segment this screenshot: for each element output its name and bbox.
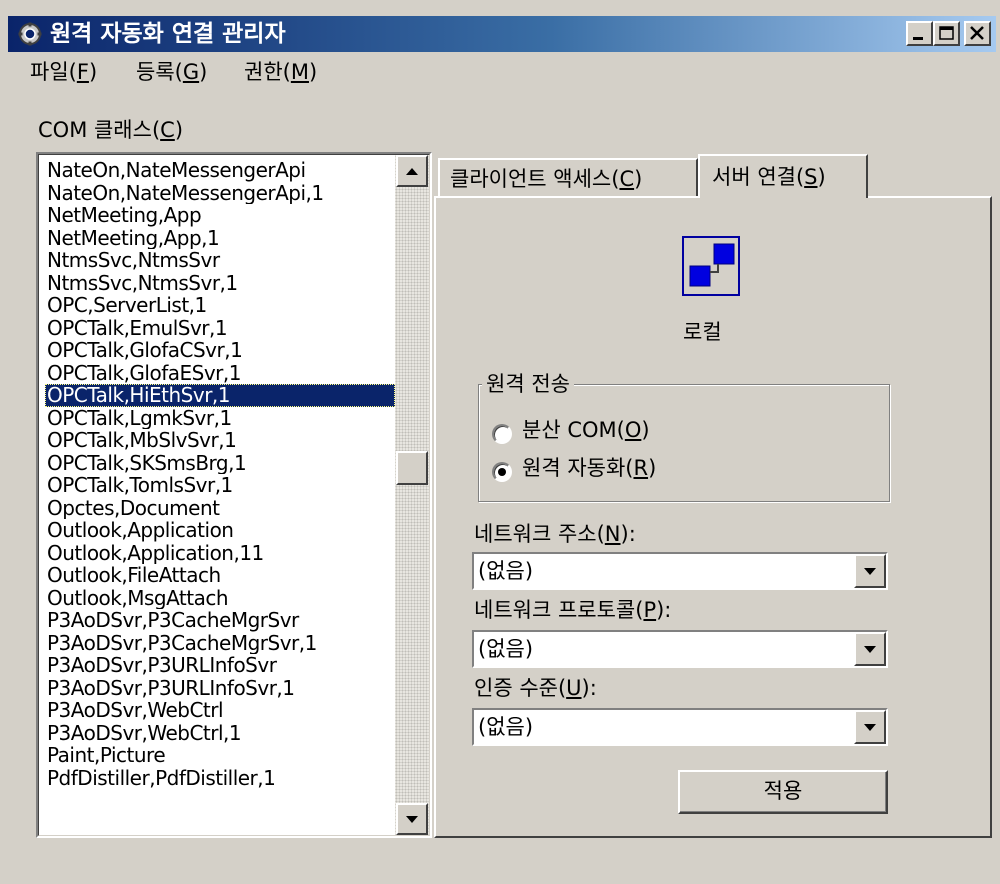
auth-level-combo[interactable]: (없음) bbox=[472, 708, 888, 746]
menu-permission[interactable]: 권한(M) bbox=[244, 55, 317, 89]
maximize-button[interactable] bbox=[933, 21, 960, 46]
list-item[interactable]: NateOn,NateMessengerApi,1 bbox=[45, 182, 395, 205]
list-item[interactable]: OPC,ServerList,1 bbox=[45, 294, 395, 317]
network-address-value: (없음) bbox=[478, 559, 534, 583]
menu-register[interactable]: 등록(G) bbox=[136, 55, 207, 89]
list-item[interactable]: Opctes,Document bbox=[45, 497, 395, 520]
minimize-icon bbox=[913, 37, 923, 40]
close-button[interactable] bbox=[964, 21, 991, 46]
list-item[interactable]: Outlook,Application bbox=[45, 519, 395, 542]
list-item[interactable]: OPCTalk,MbSlvSvr,1 bbox=[45, 429, 395, 452]
list-item[interactable]: OPCTalk,LgmkSvr,1 bbox=[45, 407, 395, 430]
close-icon bbox=[970, 26, 984, 40]
network-protocol-value: (없음) bbox=[478, 637, 534, 661]
list-item[interactable]: P3AoDSvr,WebCtrl,1 bbox=[45, 722, 395, 745]
network-address-dropdown-button[interactable] bbox=[854, 554, 886, 588]
scroll-down-button[interactable] bbox=[396, 803, 428, 835]
remote-automation-radio[interactable] bbox=[492, 462, 512, 482]
tab-server-connection[interactable]: 서버 연결(S) bbox=[698, 154, 868, 198]
network-address-label: 네트워크 주소(N): bbox=[474, 522, 636, 546]
list-item[interactable]: NetMeeting,App,1 bbox=[45, 227, 395, 250]
list-item[interactable]: P3AoDSvr,P3URLInfoSvr,1 bbox=[45, 677, 395, 700]
list-item[interactable]: OPCTalk,EmulSvr,1 bbox=[45, 317, 395, 340]
com-class-list[interactable]: NateOn,NateMessengerApi NateOn,NateMessen… bbox=[36, 152, 432, 838]
app-window: 원격 자동화 연결 관리자 파일(F) 등록(G) 권한(M) COM 클래스(… bbox=[0, 0, 1000, 884]
list-scrollbar[interactable] bbox=[395, 155, 429, 835]
com-class-label: COM 클래스(C) bbox=[38, 118, 184, 142]
list-item[interactable]: Outlook,MsgAttach bbox=[45, 587, 395, 610]
auth-level-label: 인증 수준(U): bbox=[474, 676, 597, 700]
auth-level-dropdown-button[interactable] bbox=[854, 710, 886, 744]
arrow-down-icon bbox=[406, 816, 418, 823]
list-frame: NateOn,NateMessengerApi NateOn,NateMessen… bbox=[38, 154, 430, 836]
list-item[interactable]: Paint,Picture bbox=[45, 744, 395, 767]
list-item[interactable]: OPCTalk,HiEthSvr,1 bbox=[45, 384, 395, 407]
list-item[interactable]: NtmsSvc,NtmsSvr,1 bbox=[45, 272, 395, 295]
local-label: 로컬 bbox=[683, 320, 722, 344]
remote-automation-label[interactable]: 원격 자동화(R) bbox=[522, 454, 656, 482]
list-item[interactable]: PdfDistiller,PdfDistiller,1 bbox=[45, 767, 395, 790]
menu-file[interactable]: 파일(F) bbox=[30, 55, 97, 89]
apply-button[interactable]: 적용 bbox=[678, 770, 888, 814]
scroll-up-button[interactable] bbox=[396, 155, 428, 187]
list-item[interactable]: Outlook,FileAttach bbox=[45, 564, 395, 587]
dropdown-arrow-icon bbox=[864, 646, 876, 653]
network-protocol-label: 네트워크 프로토콜(P): bbox=[474, 598, 672, 622]
window-title: 원격 자동화 연결 관리자 bbox=[50, 21, 286, 47]
list-item[interactable]: P3AoDSvr,P3URLInfoSvr bbox=[45, 654, 395, 677]
auth-level-value: (없음) bbox=[478, 715, 534, 739]
dcom-label[interactable]: 분산 COM(O) bbox=[522, 416, 650, 444]
list-item[interactable]: OPCTalk,SKSmsBrg,1 bbox=[45, 452, 395, 475]
scroll-thumb[interactable] bbox=[396, 451, 428, 485]
list-item[interactable]: NetMeeting,App bbox=[45, 204, 395, 227]
minimize-button[interactable] bbox=[906, 21, 933, 46]
list-item[interactable]: NtmsSvc,NtmsSvr bbox=[45, 249, 395, 272]
list-item[interactable]: OPCTalk,GlofaCSvr,1 bbox=[45, 339, 395, 362]
network-address-combo[interactable]: (없음) bbox=[472, 552, 888, 590]
list-item[interactable]: NateOn,NateMessengerApi bbox=[45, 159, 395, 182]
list-item[interactable]: P3AoDSvr,P3CacheMgrSvr,1 bbox=[45, 632, 395, 655]
dcom-radio[interactable] bbox=[492, 424, 512, 444]
list-item[interactable]: OPCTalk,TomlsSvr,1 bbox=[45, 474, 395, 497]
app-gear-icon bbox=[18, 22, 42, 46]
tab-client-access[interactable]: 클라이언트 액세스(C) bbox=[438, 158, 698, 196]
list-item[interactable]: P3AoDSvr,WebCtrl bbox=[45, 699, 395, 722]
list-item[interactable]: OPCTalk,GlofaESvr,1 bbox=[45, 362, 395, 385]
title-bar[interactable]: 원격 자동화 연결 관리자 bbox=[8, 16, 996, 52]
list-item[interactable]: Outlook,Application,11 bbox=[45, 542, 395, 565]
list-items: NateOn,NateMessengerApi NateOn,NateMessen… bbox=[45, 159, 395, 789]
dropdown-arrow-icon bbox=[864, 724, 876, 731]
local-server-icon bbox=[682, 236, 740, 296]
list-item[interactable]: P3AoDSvr,P3CacheMgrSvr bbox=[45, 609, 395, 632]
arrow-up-icon bbox=[406, 168, 418, 175]
network-protocol-combo[interactable]: (없음) bbox=[472, 630, 888, 668]
dropdown-arrow-icon bbox=[864, 568, 876, 575]
network-protocol-dropdown-button[interactable] bbox=[854, 632, 886, 666]
maximize-icon bbox=[939, 26, 954, 40]
remote-transport-title: 원격 전송 bbox=[482, 370, 574, 398]
